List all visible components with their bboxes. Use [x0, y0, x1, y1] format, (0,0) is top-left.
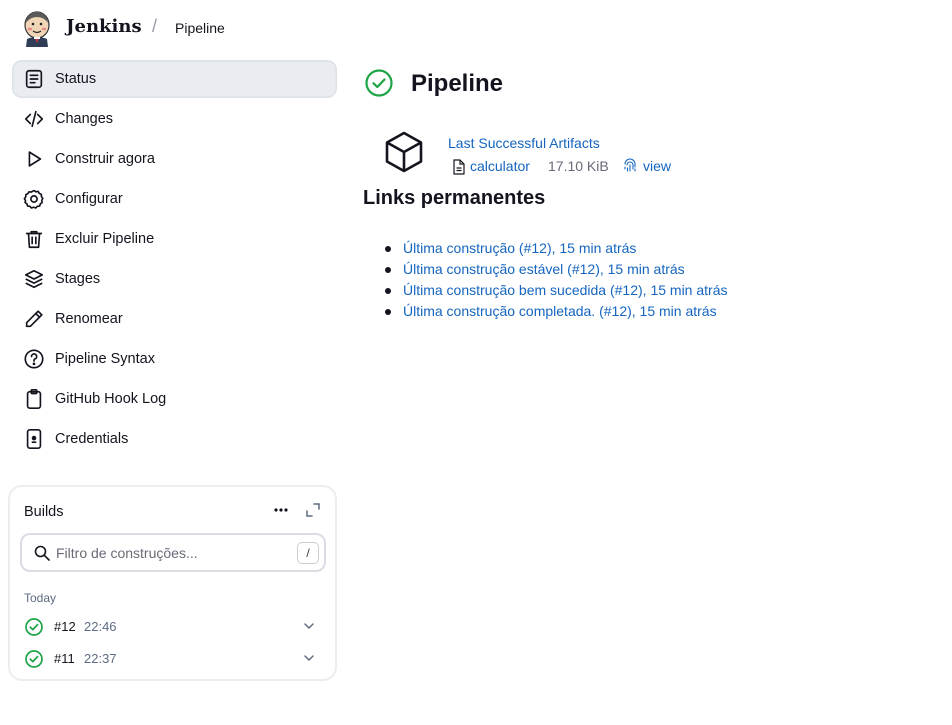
jenkins-logo[interactable] [22, 9, 52, 47]
sidebar-item-label: Changes [55, 111, 114, 127]
builds-day-heading: Today [24, 591, 57, 605]
layers-icon [23, 268, 45, 290]
help-icon [23, 348, 45, 370]
sidebar-item-label: Status [55, 71, 97, 87]
build-filter[interactable]: / [20, 533, 326, 572]
permalink-last-build[interactable]: Última construção (#12), 15 min atrás [403, 240, 636, 256]
file-icon [452, 159, 466, 175]
build-filter-input[interactable] [56, 542, 286, 564]
permalinks-title: Links permanentes [363, 187, 546, 209]
sidebar-item-pipeline-syntax[interactable]: Pipeline Syntax [12, 340, 337, 378]
page-title: Pipeline [411, 70, 504, 97]
trash-icon [23, 228, 45, 250]
artifact-view-link[interactable]: view [643, 158, 671, 174]
sidebar-item-stages[interactable]: Stages [12, 260, 337, 298]
build-number[interactable]: #12 [54, 619, 76, 634]
permalinks-list: Última construção (#12), 15 min atrás Úl… [385, 240, 727, 324]
permalink-last-completed-build[interactable]: Última construção completada. (#12), 15 … [403, 303, 717, 319]
phone-key-icon [23, 428, 45, 450]
chevron-down-icon[interactable] [302, 651, 316, 665]
sidebar-item-github-hook-log[interactable]: GitHub Hook Log [12, 380, 337, 418]
search-icon [33, 544, 51, 562]
breadcrumb-separator: / [152, 16, 158, 36]
sidebar-item-label: Stages [55, 271, 101, 287]
sidebar-item-label: Credentials [55, 431, 129, 447]
list-item: Última construção completada. (#12), 15 … [385, 303, 727, 324]
sidebar-item-label: Construir agora [55, 151, 155, 167]
header: Jenkins / Pipeline [0, 0, 952, 56]
breadcrumb-pipeline[interactable]: Pipeline [175, 20, 225, 36]
clipboard-icon [23, 388, 45, 410]
chevron-down-icon[interactable] [302, 619, 316, 633]
sidebar-nav: Status Changes Construir agora Configura… [12, 60, 337, 460]
fingerprint-icon[interactable] [622, 158, 638, 174]
last-successful-artifacts-link[interactable]: Last Successful Artifacts [448, 135, 600, 151]
more-options-icon[interactable] [272, 501, 290, 519]
sidebar-item-rename[interactable]: Renomear [12, 300, 337, 338]
pencil-icon [23, 308, 45, 330]
artifact-file-link[interactable]: calculator [470, 158, 530, 174]
sidebar-item-label: Renomear [55, 311, 123, 327]
play-icon [23, 148, 45, 170]
sidebar-item-configure[interactable]: Configurar [12, 180, 337, 218]
sidebar-item-status[interactable]: Status [12, 60, 337, 98]
permalink-last-successful-build[interactable]: Última construção bem sucedida (#12), 15… [403, 282, 727, 298]
sidebar-item-build-now[interactable]: Construir agora [12, 140, 337, 178]
build-time: 22:37 [84, 651, 117, 666]
sidebar-item-label: GitHub Hook Log [55, 391, 167, 407]
brand-name[interactable]: Jenkins [66, 16, 142, 37]
sidebar-item-label: Configurar [55, 191, 123, 207]
success-status-icon [364, 68, 394, 98]
builds-title: Builds [24, 504, 64, 520]
sidebar-item-label: Pipeline Syntax [55, 351, 155, 367]
build-row[interactable]: #12 22:46 [20, 613, 326, 641]
sidebar-item-label: Excluir Pipeline [55, 231, 155, 247]
expand-icon[interactable] [304, 501, 322, 519]
builds-panel: Builds / Today #12 22:46 #11 22:37 [8, 485, 337, 681]
status-document-icon [23, 68, 45, 90]
list-item: Última construção (#12), 15 min atrás [385, 240, 727, 261]
code-icon [23, 108, 45, 130]
list-item: Última construção bem sucedida (#12), 15… [385, 282, 727, 303]
list-item: Última construção estável (#12), 15 min … [385, 261, 727, 282]
sidebar-item-changes[interactable]: Changes [12, 100, 337, 138]
sidebar-item-credentials[interactable]: Credentials [12, 420, 337, 458]
build-time: 22:46 [84, 619, 117, 634]
sidebar-item-delete-pipeline[interactable]: Excluir Pipeline [12, 220, 337, 258]
success-check-icon [24, 617, 44, 637]
artifact-size: 17.10 KiB [548, 158, 609, 174]
permalink-last-stable-build[interactable]: Última construção estável (#12), 15 min … [403, 261, 685, 277]
keyboard-shortcut-badge: / [297, 542, 319, 564]
gear-icon [23, 188, 45, 210]
package-box-icon [380, 128, 428, 176]
build-number[interactable]: #11 [54, 651, 75, 666]
build-row[interactable]: #11 22:37 [20, 645, 326, 673]
success-check-icon [24, 649, 44, 669]
